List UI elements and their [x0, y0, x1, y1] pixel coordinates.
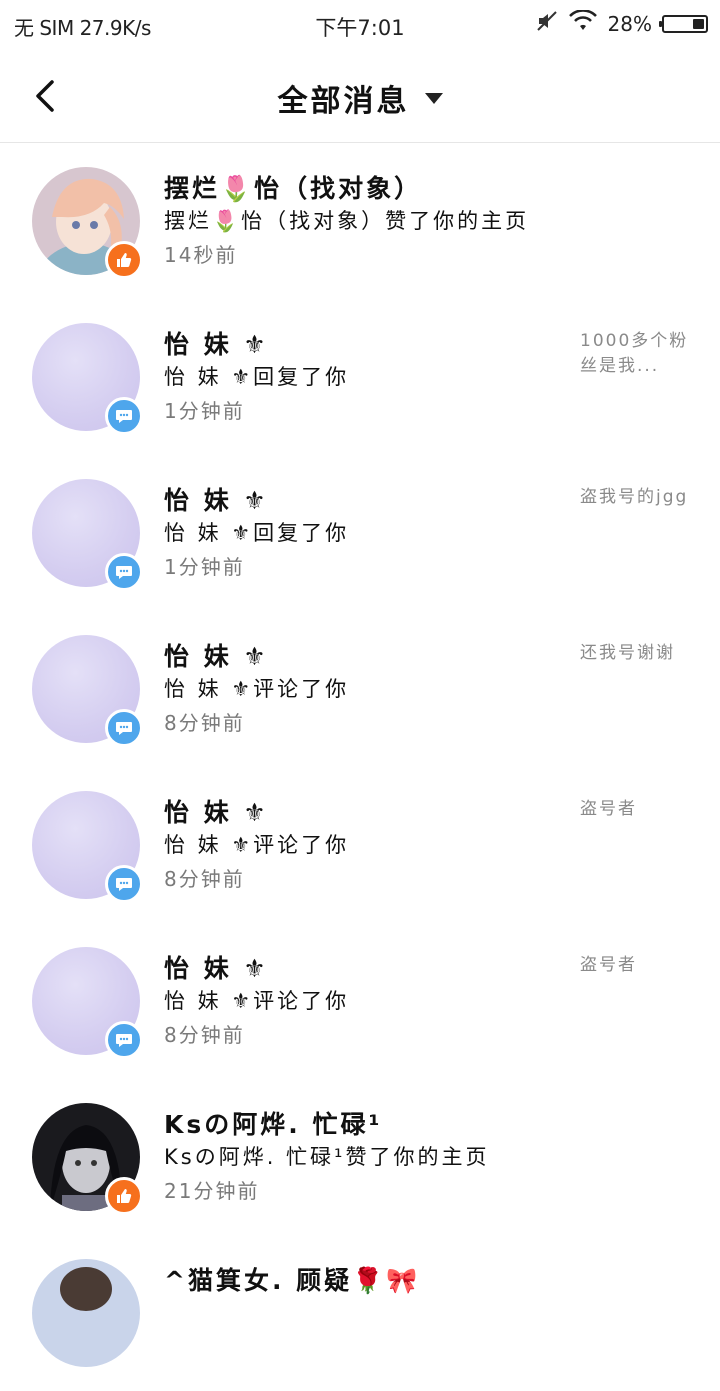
- timestamp: 8分钟前: [164, 711, 245, 735]
- page-title: 全部消息: [277, 84, 410, 119]
- timestamp: 8分钟前: [164, 1023, 245, 1047]
- caret-down-icon: [424, 92, 443, 104]
- message-text: 怡 妹 ⚜回复了你: [164, 521, 350, 545]
- battery-fill: [693, 18, 704, 29]
- sender-name[interactable]: 怡 妹 ⚜: [164, 949, 269, 985]
- sender-name[interactable]: 怡 妹 ⚜: [164, 793, 269, 829]
- comment-icon: [105, 1021, 143, 1059]
- wifi-icon: [568, 9, 598, 37]
- message-item[interactable]: Ksの阿烨. 忙碌¹ Ksの阿烨. 忙碌¹赞了你的主页 21分钟前: [0, 1079, 720, 1235]
- message-text: Ksの阿烨. 忙碌¹赞了你的主页: [164, 1145, 490, 1169]
- comment-preview: 盗我号的jgg: [580, 487, 689, 507]
- mute-icon: [536, 10, 558, 37]
- battery-icon: [659, 14, 708, 33]
- timestamp: 14秒前: [164, 243, 238, 267]
- status-bar: 无 SIM 27.9K/s 下午7:01 28%: [0, 0, 720, 50]
- message-item[interactable]: 怡 妹 ⚜ 怡 妹 ⚜回复了你 1分钟前 1000多个粉丝是我...: [0, 299, 720, 455]
- message-item[interactable]: 怡 妹 ⚜ 怡 妹 ⚜评论了你 8分钟前 盗号者: [0, 923, 720, 1079]
- message-item[interactable]: 摆烂🌷怡（找对象） 摆烂🌷怡（找对象）赞了你的主页 14秒前: [0, 143, 720, 299]
- comment-preview: 1000多个粉丝是我...: [580, 331, 689, 376]
- sender-name[interactable]: 怡 妹 ⚜: [164, 325, 269, 361]
- battery-percent: 28%: [607, 11, 652, 36]
- message-list: 摆烂🌷怡（找对象） 摆烂🌷怡（找对象）赞了你的主页 14秒前怡 妹 ⚜ 怡 妹 ⚜回复…: [0, 143, 720, 1391]
- sender-name[interactable]: ^猫箕女. 顾疑🌹🎀: [164, 1261, 420, 1297]
- comment-icon: [105, 397, 143, 435]
- sender-name[interactable]: 摆烂🌷怡（找对象）: [164, 169, 422, 205]
- comment-preview: 盗号者: [580, 955, 637, 975]
- thumbs-up-icon: [105, 1177, 143, 1215]
- comment-icon: [105, 553, 143, 591]
- message-text: 怡 妹 ⚜评论了你: [164, 833, 350, 857]
- header: 全部消息: [0, 50, 720, 143]
- sender-name[interactable]: 怡 妹 ⚜: [164, 481, 269, 517]
- message-item[interactable]: 怡 妹 ⚜ 怡 妹 ⚜评论了你 8分钟前 盗号者: [0, 767, 720, 923]
- comment-icon: [105, 865, 143, 903]
- timestamp: 1分钟前: [164, 399, 245, 423]
- message-item[interactable]: 怡 妹 ⚜ 怡 妹 ⚜回复了你 1分钟前 盗我号的jgg: [0, 455, 720, 611]
- thumbs-up-icon: [105, 241, 143, 279]
- sender-name[interactable]: 怡 妹 ⚜: [164, 637, 269, 673]
- comment-icon: [105, 709, 143, 747]
- comment-preview: 盗号者: [580, 799, 637, 819]
- message-text: 怡 妹 ⚜评论了你: [164, 677, 350, 701]
- status-icons: 28%: [536, 9, 708, 37]
- sender-name[interactable]: Ksの阿烨. 忙碌¹: [164, 1105, 382, 1141]
- message-text: 怡 妹 ⚜回复了你: [164, 365, 350, 389]
- message-text: 怡 妹 ⚜评论了你: [164, 989, 350, 1013]
- message-item[interactable]: ^猫箕女. 顾疑🌹🎀: [0, 1235, 720, 1391]
- avatar[interactable]: [32, 1259, 140, 1367]
- timestamp: 1分钟前: [164, 555, 245, 579]
- timestamp: 21分钟前: [164, 1179, 260, 1203]
- comment-preview: 还我号谢谢: [580, 643, 675, 663]
- timestamp: 8分钟前: [164, 867, 245, 891]
- title-dropdown[interactable]: 全部消息: [0, 76, 720, 120]
- message-item[interactable]: 怡 妹 ⚜ 怡 妹 ⚜评论了你 8分钟前 还我号谢谢: [0, 611, 720, 767]
- message-text: 摆烂🌷怡（找对象）赞了你的主页: [164, 209, 530, 233]
